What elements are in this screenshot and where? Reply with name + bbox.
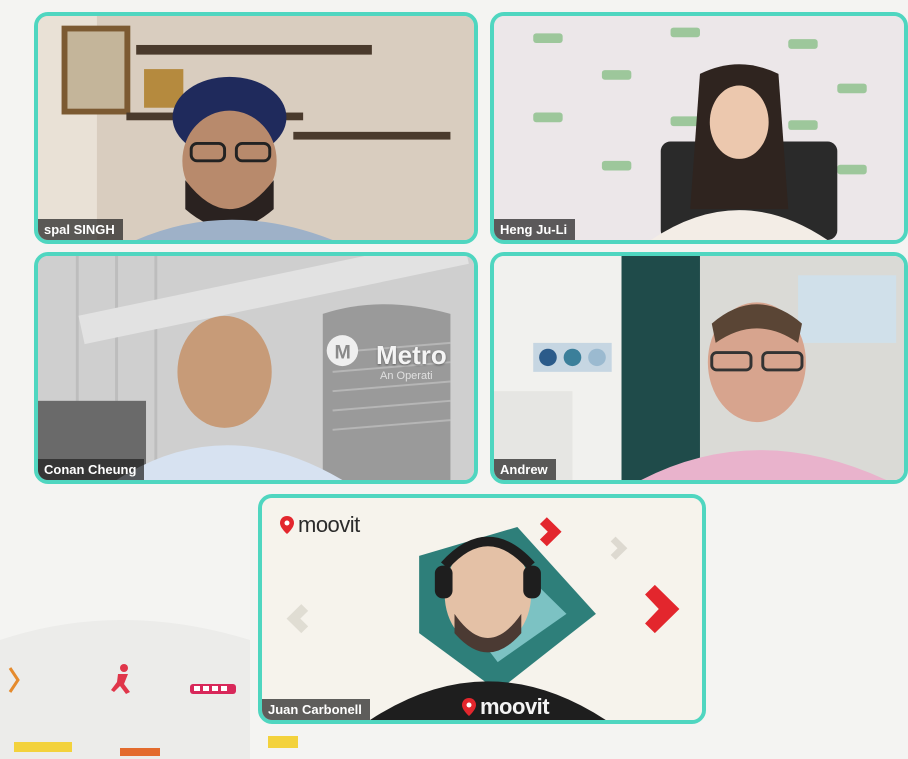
video-feed [494, 16, 904, 240]
participant-tile[interactable]: moovit moovit Juan Carbonell [258, 494, 706, 724]
participant-name: Juan Carbonell [262, 699, 370, 720]
metro-logo-text: Metro [376, 340, 447, 370]
participant-tile[interactable]: spal SINGH [34, 12, 478, 244]
video-feed [38, 16, 474, 240]
tram-icon [190, 684, 236, 694]
participant-tile[interactable]: M Metro An Operati Conan Cheung [34, 252, 478, 484]
participant-name: Heng Ju-Li [494, 219, 576, 240]
video-feed [494, 256, 904, 480]
shirt-logo: moovit [462, 694, 550, 720]
svg-text:M: M [335, 341, 351, 363]
shirt-logo-text: moovit [480, 694, 550, 719]
map-pin-icon [462, 698, 476, 716]
runner-icon [111, 664, 130, 694]
map-pin-icon [280, 516, 294, 534]
participant-tile[interactable]: Andrew [490, 252, 908, 484]
moovit-logo-text: moovit [298, 512, 360, 537]
moovit-logo: moovit [280, 512, 360, 538]
metro-logo-subtext: An Operati [380, 370, 433, 382]
participant-name: Conan Cheung [38, 459, 145, 480]
participant-tile[interactable]: Heng Ju-Li [490, 12, 908, 244]
participant-name: Andrew [494, 459, 556, 480]
participant-name: spal SINGH [38, 219, 123, 240]
